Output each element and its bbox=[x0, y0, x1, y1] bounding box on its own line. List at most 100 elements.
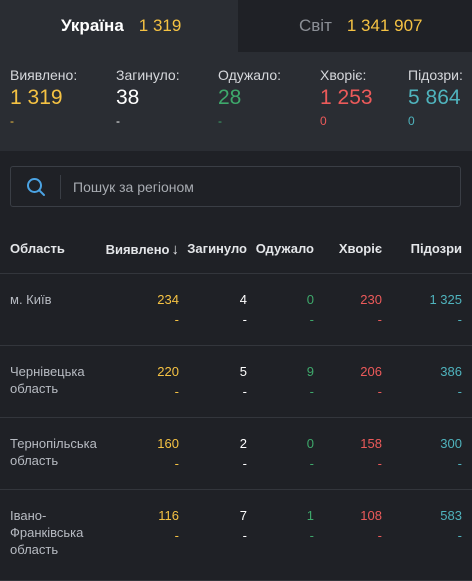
region-name: м. Київ bbox=[10, 292, 52, 307]
dead-cell: 7- bbox=[240, 507, 247, 544]
table-row[interactable]: м. Київ 234- 4- 0- 230- 1 325- bbox=[0, 274, 472, 346]
region-tabs: Україна 1 319 Світ 1 341 907 bbox=[0, 0, 472, 52]
dead-value: 5 bbox=[239, 364, 247, 379]
stat-sick-value: 1 253 bbox=[320, 86, 373, 109]
confirmed-delta: - bbox=[174, 528, 179, 543]
dead-cell: 5- bbox=[240, 363, 247, 400]
confirmed-value: 220 bbox=[157, 364, 179, 379]
sick-value: 158 bbox=[360, 436, 382, 451]
tab-ukraine-label: Україна bbox=[61, 16, 124, 35]
dead-cell: 2- bbox=[240, 435, 247, 472]
confirmed-value: 116 bbox=[158, 508, 179, 523]
recovered-delta: - bbox=[309, 384, 314, 399]
suspected-cell: 1 325 - bbox=[429, 291, 462, 328]
table-row[interactable]: Чернівецька область 220- 5- 9- 206- 386- bbox=[0, 346, 472, 418]
confirmed-delta: - bbox=[174, 456, 179, 471]
recovered-cell: 1- bbox=[307, 507, 314, 544]
table-row[interactable]: Івано-Франківська область 116- 7- 1- 108… bbox=[0, 490, 472, 581]
confirmed-value: 160 bbox=[157, 436, 179, 451]
sick-delta: - bbox=[377, 456, 382, 471]
confirmed-delta: - bbox=[174, 384, 179, 399]
suspected-value: 583 bbox=[440, 508, 462, 523]
recovered-delta: - bbox=[309, 456, 314, 471]
sick-delta: - bbox=[377, 312, 382, 327]
stat-sick: Хворіє: 1 253 0 bbox=[320, 67, 373, 128]
sick-cell: 206 - bbox=[360, 363, 382, 400]
sick-value: 206 bbox=[360, 364, 382, 379]
suspected-delta: - bbox=[457, 312, 462, 327]
dead-delta: - bbox=[242, 528, 247, 543]
confirmed-cell: 160 - bbox=[157, 435, 179, 472]
stat-recovered-value: 28 bbox=[218, 86, 242, 109]
sick-cell: 108 - bbox=[360, 507, 382, 544]
stat-suspected-value: 5 864 bbox=[408, 86, 461, 109]
stat-dead-delta: - bbox=[116, 114, 120, 128]
confirmed-cell: 234 - bbox=[157, 291, 179, 328]
dead-value: 7 bbox=[239, 508, 247, 523]
column-header-dead[interactable]: Загинуло bbox=[187, 241, 247, 256]
column-header-sick[interactable]: Хворіє bbox=[339, 241, 382, 256]
suspected-cell: 300 - bbox=[440, 435, 462, 472]
dead-cell: 4- bbox=[240, 291, 247, 328]
recovered-value: 1 bbox=[306, 508, 314, 523]
confirmed-delta: - bbox=[174, 312, 179, 327]
recovered-cell: 0- bbox=[307, 435, 314, 472]
stat-dead-label: Загинуло: bbox=[116, 67, 180, 83]
stat-recovered-label: Одужало: bbox=[218, 67, 282, 83]
suspected-delta: - bbox=[457, 384, 462, 399]
table-row[interactable]: Тернопільська область 160- 2- 0- 158- 30… bbox=[0, 418, 472, 490]
search-box[interactable] bbox=[10, 166, 461, 207]
suspected-cell: 386 - bbox=[440, 363, 462, 400]
suspected-value: 1 325 bbox=[429, 292, 462, 307]
column-header-confirmed[interactable]: Виявлено ↓ bbox=[106, 241, 179, 258]
column-header-region[interactable]: Область bbox=[10, 241, 65, 256]
stat-confirmed: Виявлено: 1 319 - bbox=[10, 67, 77, 128]
recovered-value: 0 bbox=[306, 436, 314, 451]
suspected-delta: - bbox=[457, 528, 462, 543]
stat-suspected-label: Підозри: bbox=[408, 67, 463, 83]
sick-delta: - bbox=[377, 528, 382, 543]
recovered-cell: 9- bbox=[307, 363, 314, 400]
stat-dead: Загинуло: 38 - bbox=[116, 67, 180, 128]
confirmed-cell: 116 - bbox=[158, 507, 179, 544]
sick-cell: 230 - bbox=[360, 291, 382, 328]
column-header-suspected[interactable]: Підозри bbox=[411, 241, 462, 256]
summary-panel: Виявлено: 1 319 - Загинуло: 38 - Одужало… bbox=[0, 52, 472, 151]
column-header-confirmed-label: Виявлено bbox=[105, 242, 170, 257]
suspected-value: 386 bbox=[440, 364, 462, 379]
stat-confirmed-label: Виявлено: bbox=[10, 67, 78, 83]
tab-ukraine[interactable]: Україна 1 319 bbox=[0, 0, 238, 52]
stat-suspected-delta: 0 bbox=[408, 114, 415, 128]
recovered-delta: - bbox=[309, 528, 314, 543]
column-header-recovered[interactable]: Одужало bbox=[256, 241, 314, 256]
recovered-cell: 0- bbox=[307, 291, 314, 328]
stat-sick-delta: 0 bbox=[320, 114, 327, 128]
stat-confirmed-delta: - bbox=[10, 114, 14, 128]
recovered-value: 9 bbox=[306, 364, 314, 379]
stat-suspected: Підозри: 5 864 0 bbox=[408, 67, 463, 128]
dead-delta: - bbox=[242, 384, 247, 399]
tab-ukraine-count: 1 319 bbox=[138, 16, 182, 35]
dead-delta: - bbox=[242, 312, 247, 327]
sick-value: 230 bbox=[360, 292, 382, 307]
sort-arrow-icon: ↓ bbox=[171, 241, 180, 258]
stat-dead-value: 38 bbox=[116, 86, 140, 109]
dead-value: 4 bbox=[239, 292, 247, 307]
region-name: Чернівецька область bbox=[10, 364, 85, 396]
stat-confirmed-value: 1 319 bbox=[10, 86, 63, 109]
sick-value: 108 bbox=[360, 508, 382, 523]
tab-world[interactable]: Світ 1 341 907 bbox=[238, 0, 472, 52]
sick-delta: - bbox=[377, 384, 382, 399]
recovered-value: 0 bbox=[306, 292, 314, 307]
suspected-delta: - bbox=[457, 456, 462, 471]
search-icon[interactable] bbox=[11, 174, 61, 199]
confirmed-cell: 220 - bbox=[157, 363, 179, 400]
suspected-cell: 583 - bbox=[440, 507, 462, 544]
sick-cell: 158 - bbox=[360, 435, 382, 472]
recovered-delta: - bbox=[309, 312, 314, 327]
stat-sick-label: Хворіє: bbox=[320, 67, 367, 83]
confirmed-value: 234 bbox=[157, 292, 179, 307]
search-input[interactable] bbox=[73, 178, 460, 195]
tab-world-label: Світ bbox=[299, 16, 332, 35]
stat-recovered: Одужало: 28 - bbox=[218, 67, 281, 128]
